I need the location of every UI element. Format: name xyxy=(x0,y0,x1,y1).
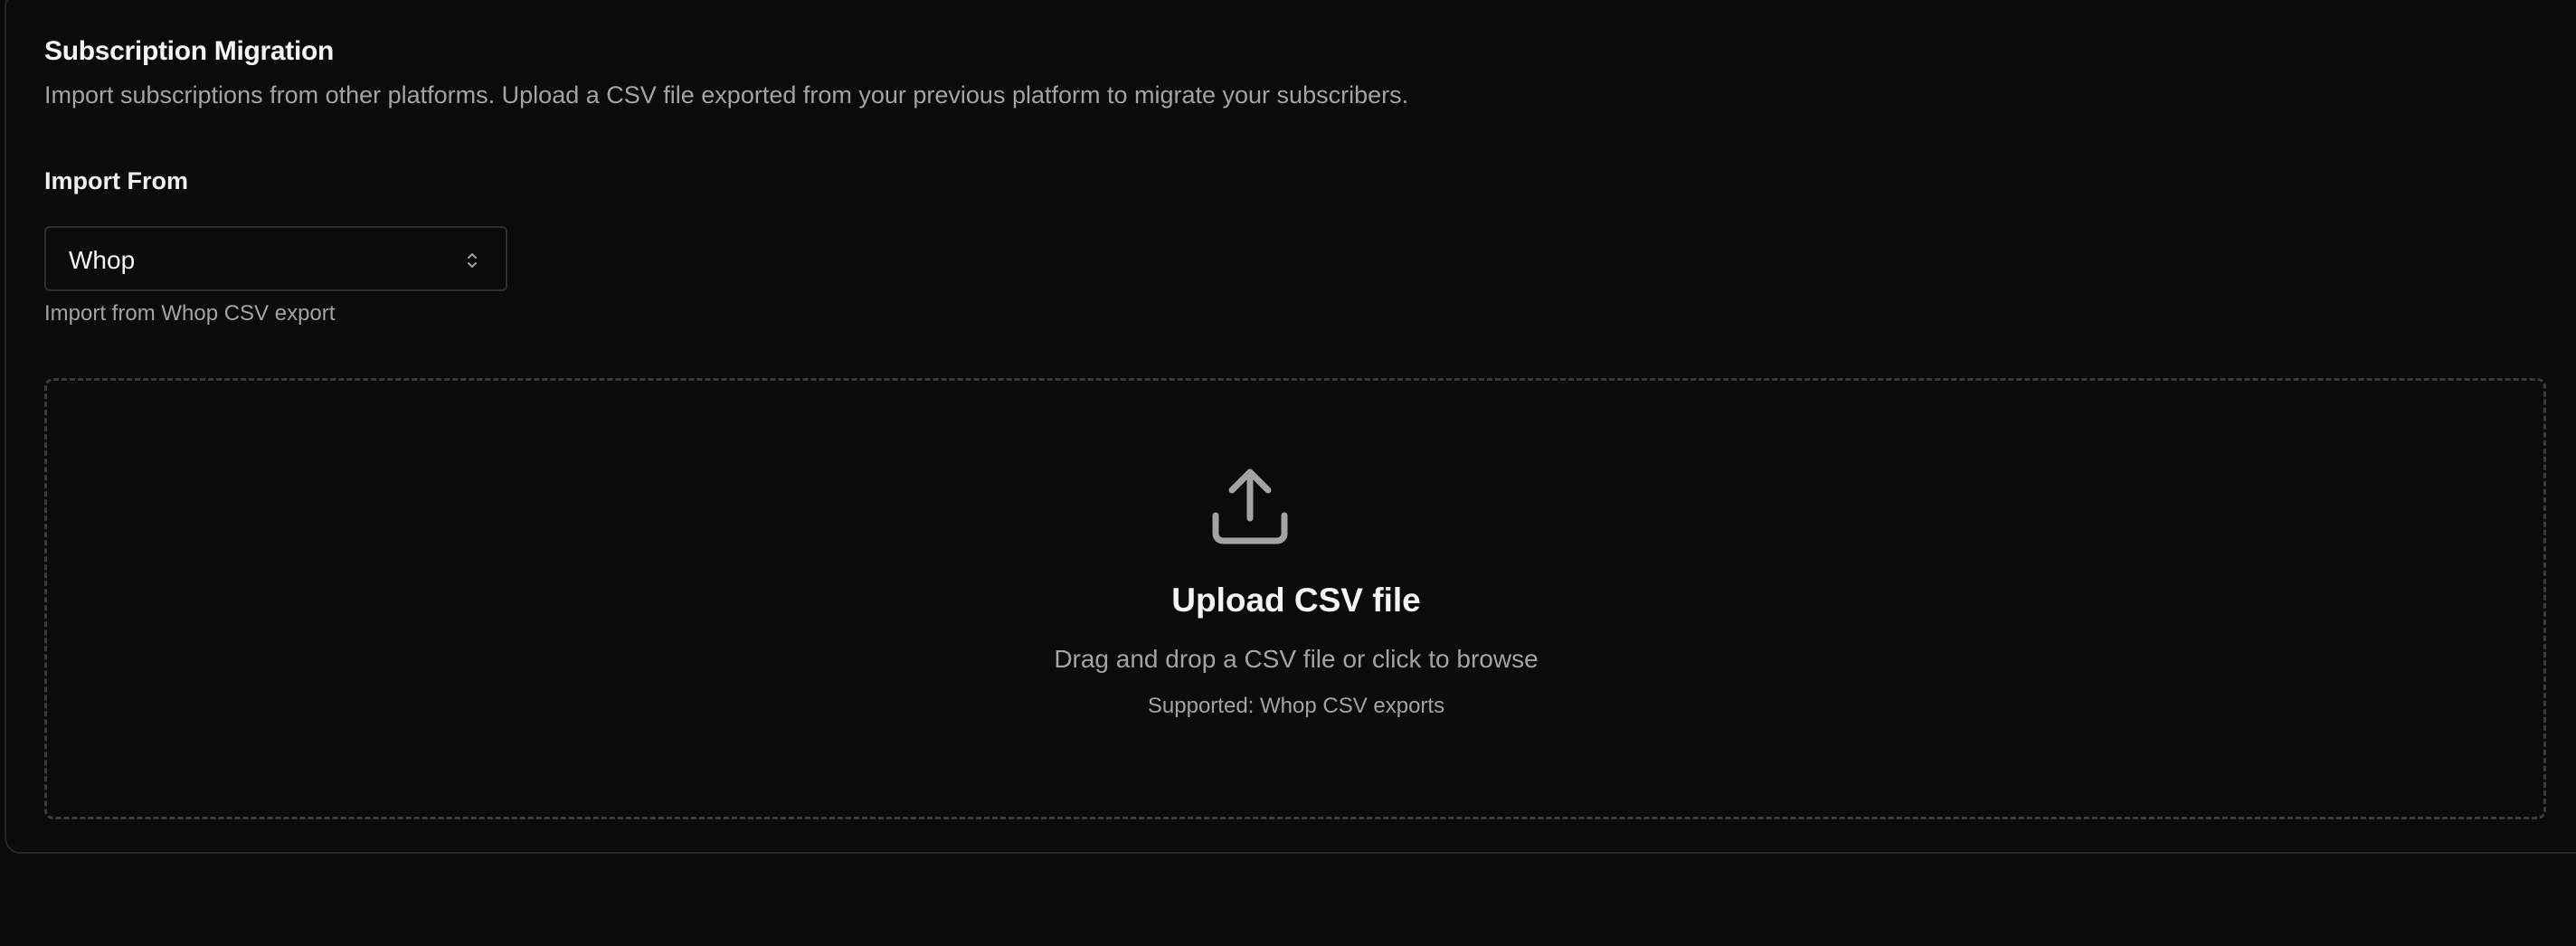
section-description: Import subscriptions from other platform… xyxy=(44,81,1409,109)
upload-icon xyxy=(1212,468,1288,544)
section-title: Subscription Migration xyxy=(44,36,335,66)
upload-supported-note: Supported: Whop CSV exports xyxy=(1147,694,1445,718)
chevron-up-down-icon xyxy=(468,253,477,268)
upload-title: Upload CSV file xyxy=(1171,582,1421,619)
upload-subtitle: Drag and drop a CSV file or click to bro… xyxy=(1054,645,1539,673)
import-from-select[interactable]: Whop xyxy=(44,226,507,291)
import-from-label: Import From xyxy=(44,167,188,194)
import-from-helper: Import from Whop CSV export xyxy=(44,301,336,326)
import-from-selected-value: Whop xyxy=(69,246,136,274)
